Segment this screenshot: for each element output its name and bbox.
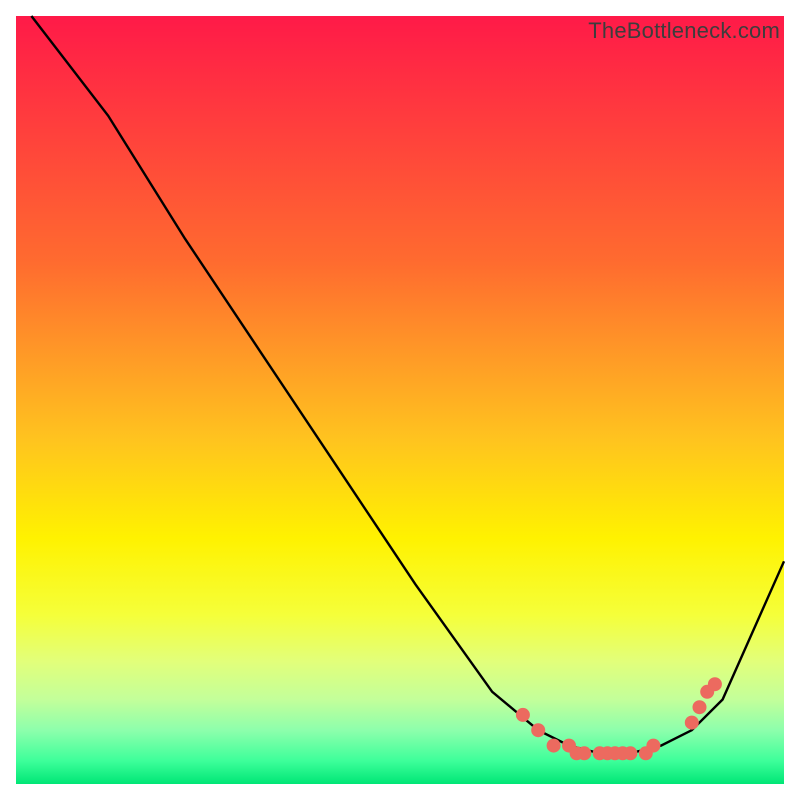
data-dot <box>516 708 530 722</box>
chart-frame: TheBottleneck.com <box>16 16 784 784</box>
data-dot <box>685 716 699 730</box>
data-dot <box>577 746 591 760</box>
data-dot <box>531 723 545 737</box>
data-dot <box>623 746 637 760</box>
data-dot <box>547 739 561 753</box>
data-dot <box>693 700 707 714</box>
data-dot <box>646 739 660 753</box>
curve-line <box>31 16 784 753</box>
data-dot <box>708 677 722 691</box>
chart-svg <box>16 16 784 784</box>
watermark-text: TheBottleneck.com <box>588 16 784 44</box>
curve-dots <box>516 677 722 760</box>
